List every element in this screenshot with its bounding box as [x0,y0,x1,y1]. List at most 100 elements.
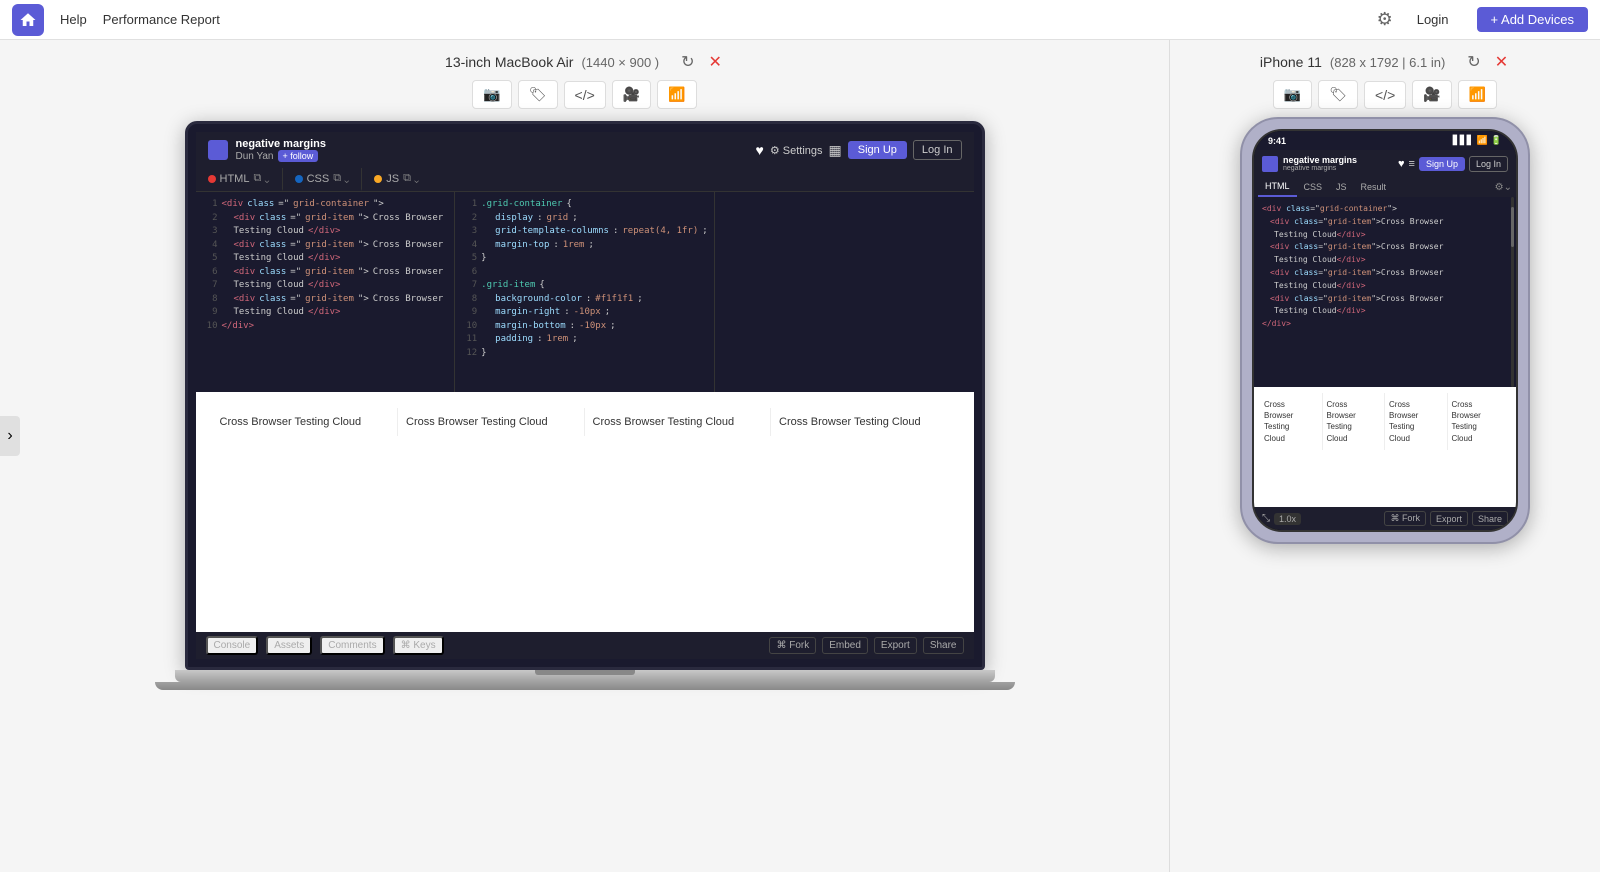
camera-button[interactable]: 📷 [472,80,511,109]
editor-login-button[interactable]: Log In [913,140,962,160]
editor-site-sub: Dun Yan [236,151,274,162]
editor-signup-button[interactable]: Sign Up [848,141,907,159]
iphone-editor-navbar: negative margins negative margins ♥ ≡ Si… [1254,150,1516,177]
battery-icon: 🔋 [1491,135,1502,146]
right-video-button[interactable]: 🎥 [1412,80,1451,109]
right-close-button[interactable]: ✕ [1493,50,1510,74]
iphone-outer-frame: 9:41 ▋▋▋ 📶 🔋 negative margins [1240,117,1530,544]
iphone-tab-js[interactable]: JS [1329,178,1354,196]
left-device-header: 13-inch MacBook Air (1440 × 900 ) ↻ ✕ [0,40,1169,80]
camera-icon: 📷 [483,86,500,103]
collapse-panel-arrow[interactable]: › [0,416,20,456]
right-device-header: iPhone 11 (828 x 1792 | 6.1 in) ↻ ✕ [1170,40,1600,80]
macbook-foot [155,682,1015,690]
footer-embed-button[interactable]: Embed [822,637,868,654]
add-devices-button[interactable]: + Add Devices [1477,7,1588,32]
footer-tabs: Console Assets Comments ⌘ Keys [206,636,444,655]
iphone-code-area[interactable]: <div class="grid-container"> <div class=… [1254,197,1516,387]
right-tag-icon: 🏷 [1329,86,1347,103]
right-refresh-button[interactable]: ↻ [1465,50,1482,74]
editor-site-name: negative margins [236,138,326,150]
iphone-clock: 9:41 [1268,136,1286,146]
html-editor-panel[interactable]: 1<div class="grid-container"> 2<div clas… [196,192,456,392]
signal-icon: ▋▋▋ [1453,135,1474,146]
iphone-zoom-level[interactable]: 1.0x [1274,513,1301,525]
preview-cell-2: Cross Browser Testing Cloud [398,408,585,436]
settings-icon[interactable]: ⚙ [1377,9,1393,30]
iphone-fork-button[interactable]: ⌘ Fork [1384,511,1426,526]
iphone-bottom-left: ⤡ 1.0x [1262,513,1301,525]
editor-settings-label[interactable]: ⚙ Settings [770,144,823,157]
top-navbar: Help Performance Report ⚙ Login + Add De… [0,0,1600,40]
iphone-heart-icon[interactable]: ♥ [1398,158,1405,170]
iphone-tab-caret-icon[interactable]: ⌄ [1504,182,1512,193]
iphone-expand-icon[interactable]: ⤡ [1262,513,1270,524]
footer-keys-tab[interactable]: ⌘ Keys [393,636,444,655]
iphone-status-icons: ▋▋▋ 📶 🔋 [1453,135,1502,146]
iphone-scrollbar-track [1511,197,1514,387]
html-dot [208,175,216,183]
preview-cell-4: Cross Browser Testing Cloud [771,408,958,436]
editor-panels: 1<div class="grid-container"> 2<div clas… [196,192,974,392]
footer-console-tab[interactable]: Console [206,636,259,655]
editor-follow-badge[interactable]: + follow [278,150,319,162]
iphone-bottom-right: ⌘ Fork Export Share [1384,511,1508,526]
right-device-name: iPhone 11 [1260,54,1322,70]
iphone-tab-css[interactable]: CSS [1297,178,1330,196]
right-camera-icon: 📷 [1284,86,1301,103]
footer-share-button[interactable]: Share [923,637,964,654]
footer-actions: ⌘ Fork Embed Export Share [769,637,963,654]
iphone-preview-cell-4: CrossBrowserTestingCloud [1448,393,1511,450]
editor-footer: Console Assets Comments ⌘ Keys ⌘ Fork Em… [196,632,974,659]
iphone-code-container: <div class="grid-container"> <div class=… [1254,197,1516,387]
footer-comments-tab[interactable]: Comments [320,636,384,655]
footer-export-button[interactable]: Export [874,637,917,654]
right-code-icon: </> [1375,87,1395,103]
js-dot [374,175,382,183]
left-refresh-button[interactable]: ↻ [679,50,696,74]
preview-cell-3: Cross Browser Testing Cloud [585,408,772,436]
iphone-site-sub: negative margins [1283,165,1357,172]
css-dot [295,175,303,183]
iphone-tab-result[interactable]: Result [1354,178,1394,196]
right-camera-button[interactable]: 📷 [1273,80,1312,109]
right-device-size: (828 x 1792 | 6.1 in) [1330,55,1445,70]
login-link[interactable]: Login [1417,12,1449,27]
left-toolbar: 📷 🏷 </> 🎥 📶 [472,80,696,109]
iphone-list-icon[interactable]: ≡ [1409,158,1415,170]
iphone-scrollbar-thumb [1511,207,1514,247]
tab-js[interactable]: JS ⧉ ⌄ [361,168,431,191]
left-close-button[interactable]: ✕ [707,50,724,74]
network-button[interactable]: 📶 [657,80,696,109]
tab-html[interactable]: HTML ⧉ ⌄ [196,168,282,191]
iphone-tab-gear-icon[interactable]: ⚙ [1495,182,1504,193]
footer-assets-tab[interactable]: Assets [266,636,312,655]
tag-button[interactable]: 🏷 [518,80,558,109]
tab-css[interactable]: CSS ⧉ ⌄ [282,168,362,191]
home-logo[interactable] [12,4,44,36]
editor-preview-area: Cross Browser Testing Cloud Cross Browse… [196,392,974,632]
right-tag-button[interactable]: 🏷 [1318,80,1358,109]
iphone-share-button[interactable]: Share [1472,511,1508,526]
js-editor-panel[interactable] [715,192,974,392]
wifi-status-icon: 📶 [1477,135,1488,146]
right-network-button[interactable]: 📶 [1458,80,1497,109]
css-editor-panel[interactable]: 1.grid-container { 2display: grid; 3grid… [455,192,715,392]
video-button[interactable]: 🎥 [612,80,651,109]
iphone-signup-button[interactable]: Sign Up [1419,157,1465,171]
iphone-tab-html[interactable]: HTML [1258,177,1297,197]
nav-help-link[interactable]: Help [60,12,87,27]
iphone-status-bar: 9:41 ▋▋▋ 📶 🔋 [1254,131,1516,150]
iphone-preview-cell-1: CrossBrowserTestingCloud [1260,393,1323,450]
right-wifi-icon: 📶 [1469,86,1486,103]
right-code-button[interactable]: </> [1364,81,1406,109]
editor-grid-icon[interactable]: ▦ [829,142,842,159]
footer-fork-button[interactable]: ⌘ Fork [769,637,816,654]
iphone-preview-cell-3: CrossBrowserTestingCloud [1385,393,1448,450]
iphone-site-name: negative margins [1283,155,1357,165]
editor-heart-icon[interactable]: ♥ [756,142,764,158]
iphone-login-button[interactable]: Log In [1469,156,1508,172]
right-toolbar: 📷 🏷 </> 🎥 📶 [1273,80,1497,109]
code-button[interactable]: </> [564,81,606,109]
iphone-export-button[interactable]: Export [1430,511,1468,526]
